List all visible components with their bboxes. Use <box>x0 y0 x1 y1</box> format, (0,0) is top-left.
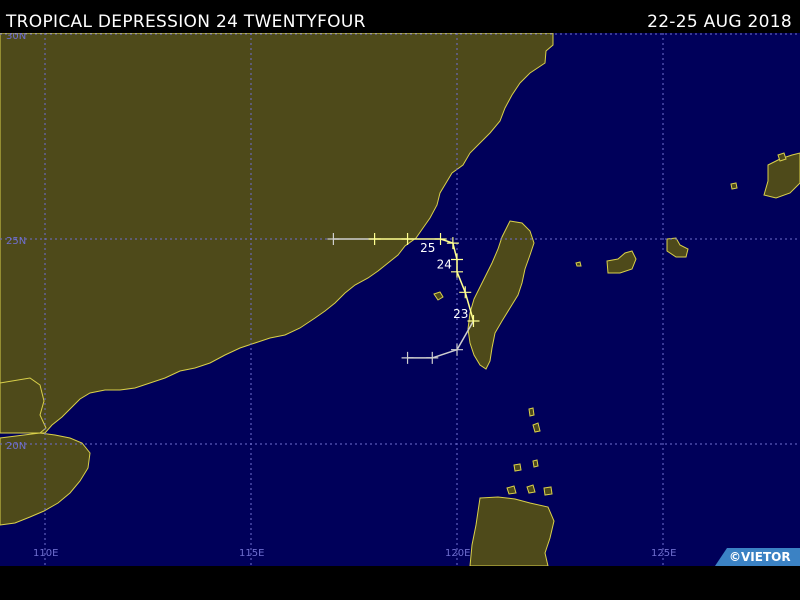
grid-label-125e: 125E <box>651 548 676 559</box>
land-small-island <box>575 261 582 267</box>
land-small-island <box>526 484 536 494</box>
track-day-label: 23 <box>453 307 468 321</box>
map-title: TROPICAL DEPRESSION 24 TWENTYFOUR <box>6 12 366 32</box>
land-luzon <box>469 496 555 566</box>
land-small-island <box>506 485 517 495</box>
date-range: 22-25 AUG 2018 <box>647 12 792 32</box>
land-small-island <box>777 152 787 162</box>
grid-label-110e: 110E <box>33 548 58 559</box>
grid-label-25n: 25N <box>6 236 26 247</box>
grid-label-20n: 20N <box>6 441 26 452</box>
grid-label-120e: 120E <box>445 548 470 559</box>
credit-badge: ©VIETOR <box>715 548 800 566</box>
map-canvas: 30N 25N 20N 110E 115E 120E 125E 25 24 23 <box>0 33 800 566</box>
track-day-label: 25 <box>420 241 435 255</box>
credit-text: ©VIETOR <box>729 550 791 564</box>
land-small-island <box>513 463 522 472</box>
land-leizhou-peninsula <box>0 377 47 434</box>
map-svg: 30N 25N 20N 110E 115E 120E 125E 25 24 23 <box>0 33 800 566</box>
header-bar: TROPICAL DEPRESSION 24 TWENTYFOUR 22-25 … <box>0 0 800 33</box>
grid-label-30n: 30N <box>6 33 26 42</box>
land-small-island <box>532 459 539 468</box>
land-small-island <box>528 407 535 417</box>
grid-label-115e: 115E <box>239 548 264 559</box>
track-day-label: 24 <box>437 258 452 272</box>
land-small-island <box>730 182 738 190</box>
land-small-island <box>543 486 553 496</box>
footer-bar <box>0 566 800 600</box>
